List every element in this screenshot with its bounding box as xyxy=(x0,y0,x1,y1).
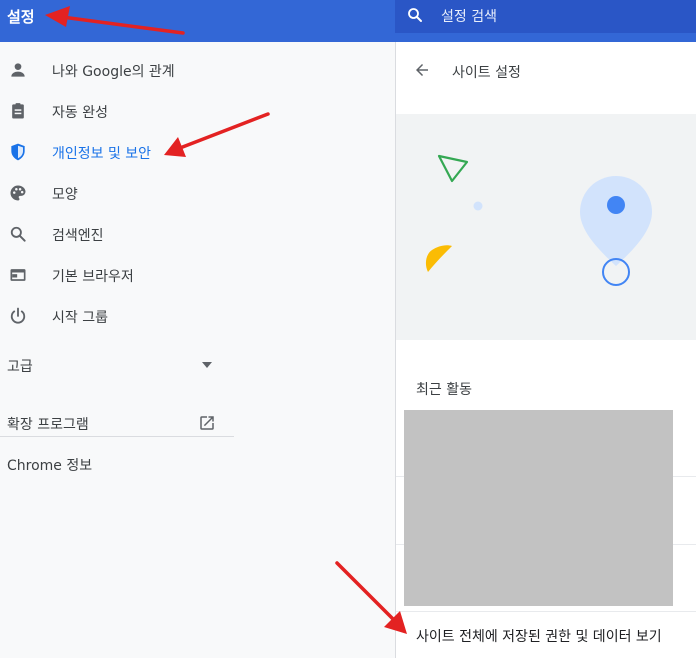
sidebar-item-label: 모양 xyxy=(52,187,78,203)
search-placeholder: 설정 검색 xyxy=(441,9,497,25)
sidebar-item-label: 개인정보 및 보안 xyxy=(52,146,152,162)
search-icon xyxy=(408,8,422,22)
sidebar-item-default-browser[interactable]: 기본 브라우저 xyxy=(0,258,395,292)
settings-window: 설정 설정 검색 나와 Google의 관계 자동 완성 개인정보 및 보안 모… xyxy=(0,0,696,658)
yellow-blob-shape xyxy=(425,245,452,272)
search-input[interactable]: 설정 검색 xyxy=(395,0,696,33)
sidebar-item-search-engine[interactable]: 검색엔진 xyxy=(0,217,395,251)
sidebar-item-privacy-security[interactable]: 개인정보 및 보안 xyxy=(0,135,395,169)
palette-icon xyxy=(10,185,26,201)
location-pin-illustration xyxy=(425,154,652,286)
sidebar-item-label: 기본 브라우저 xyxy=(52,269,134,285)
small-dot-shape xyxy=(473,201,483,211)
row-divider xyxy=(396,611,696,612)
sidebar-item-label: 나와 Google의 관계 xyxy=(52,64,175,80)
sidebar-item-you-and-google[interactable]: 나와 Google의 관계 xyxy=(0,53,395,87)
main-panel: 사이트 설정 최근 활동 사이트 전체에 저장된 권한 및 데이터 보기 xyxy=(395,42,696,658)
map-pin-shape xyxy=(580,176,652,266)
sidebar-item-label: 검색엔진 xyxy=(52,228,104,244)
section-title-recent-activity: 최근 활동 xyxy=(416,382,472,398)
redacted-recent-activity-list xyxy=(404,410,673,606)
sidebar-item-label: 시작 그룹 xyxy=(52,310,108,326)
power-icon xyxy=(10,307,26,324)
browser-icon xyxy=(10,269,26,281)
sidebar-item-appearance[interactable]: 모양 xyxy=(0,176,395,210)
view-all-site-permissions-link[interactable]: 사이트 전체에 저장된 권한 및 데이터 보기 xyxy=(416,626,662,646)
pin-dot xyxy=(607,196,625,214)
sidebar-about-chrome[interactable]: Chrome 정보 xyxy=(7,455,92,475)
sidebar-item-label: 자동 완성 xyxy=(52,105,108,121)
search-icon xyxy=(10,226,26,242)
chevron-down-icon[interactable] xyxy=(202,362,212,368)
header-bar: 설정 설정 검색 xyxy=(0,0,696,42)
shield-icon xyxy=(11,143,25,161)
sidebar-item-on-startup[interactable]: 시작 그룹 xyxy=(0,299,395,333)
app-title: 설정 xyxy=(7,8,35,26)
person-icon xyxy=(11,63,25,77)
sidebar-advanced[interactable]: 고급 xyxy=(7,356,33,376)
triangle-shape xyxy=(437,154,469,183)
back-arrow-icon[interactable] xyxy=(413,61,431,79)
sidebar-item-autofill[interactable]: 자동 완성 xyxy=(0,94,395,128)
clipboard-icon xyxy=(12,103,24,119)
sidebar-extensions[interactable]: 확장 프로그램 xyxy=(7,414,89,434)
site-settings-illustration xyxy=(396,114,696,340)
page-title: 사이트 설정 xyxy=(452,65,521,81)
sidebar-divider xyxy=(0,436,234,437)
open-in-new-icon[interactable] xyxy=(198,414,216,432)
sidebar: 나와 Google의 관계 자동 완성 개인정보 및 보안 모양 검색엔진 기본… xyxy=(0,42,395,658)
